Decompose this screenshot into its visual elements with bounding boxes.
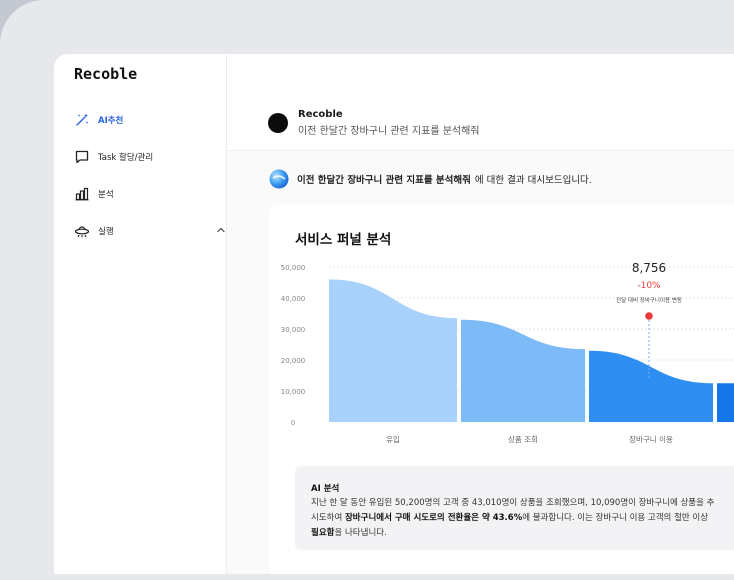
y-tick-label: 10,000 (281, 388, 306, 396)
prompt-text: 이전 한달간 장바구니 관련 지표를 분석해줘 (298, 126, 480, 137)
annotation-value: 8,756 (632, 261, 666, 275)
y-tick-label: 20,000 (281, 357, 306, 365)
funnel-stage (717, 383, 734, 422)
funnel-stage (589, 350, 713, 422)
result-intro: 이전 한달간 장바구니 관련 지표를 분석해줘 에 대한 결과 대시보드입니다. (269, 169, 592, 189)
ai-line-2-bold: 장바구니에서 구매 시도로의 전환율은 약 43.6% (344, 513, 523, 523)
app-window: Recoble AI추천 Task 할당/관리 분석 실행 Recoble 이전… (54, 54, 734, 574)
funnel-chart: 50,000 40,000 30,000 20,000 10,000 0 유입 상품 조회 장바… (281, 261, 734, 444)
ai-analysis-title: AI 분석 (311, 484, 340, 494)
x-category-label: 상품 조회 (508, 434, 538, 444)
funnel-stage (329, 279, 457, 422)
bar-chart-icon (74, 186, 90, 202)
ai-line-3-bold: 필요함 (311, 528, 335, 538)
y-tick-label: 0 (291, 419, 295, 427)
sidebar: AI추천 Task 할당/관리 분석 실행 (54, 94, 227, 574)
chevron-up-icon[interactable] (216, 225, 226, 238)
result-suffix: 에 대한 결과 대시보드입니다. (474, 175, 592, 186)
ai-analysis-text: 지난 한 달 동안 유입된 50,200명의 고객 중 43,010명이 상품을… (311, 496, 734, 541)
magic-wand-icon (74, 112, 90, 128)
prompt-sender: Recoble (298, 109, 343, 120)
y-tick-label: 40,000 (281, 295, 306, 303)
sidebar-item-label: Task 할당/관리 (98, 153, 154, 163)
top-bar: Recoble (54, 54, 734, 95)
chat-bubble-icon (74, 149, 90, 165)
ai-line-2-post: 에 불과합니다. 이는 장바구니 이용 고객의 절반 이상 (522, 513, 709, 523)
x-category-label: 장바구니 이용 (629, 434, 673, 444)
ufo-icon (74, 223, 90, 239)
ai-line-2-pre: 시도하여 (311, 513, 345, 523)
x-category-label: 유입 (386, 435, 400, 444)
ai-analysis-box: AI 분석 지난 한 달 동안 유입된 50,200명의 고객 중 43,010… (295, 466, 734, 550)
app-logo[interactable]: Recoble (74, 65, 137, 83)
annotation-marker (645, 312, 653, 320)
device-frame: Recoble AI추천 Task 할당/관리 분석 실행 Recoble 이전… (0, 0, 734, 580)
sidebar-item-ai-recommend[interactable]: AI추천 (74, 110, 123, 130)
ai-line-3-post: 을 나타냅니다. (334, 528, 387, 538)
main-content: Recoble 이전 한달간 장바구니 관련 지표를 분석해줘 이전 한달간 장… (227, 94, 734, 574)
y-tick-label: 50,000 (281, 264, 306, 272)
result-query: 이전 한달간 장바구니 관련 지표를 분석해줘 (297, 175, 471, 186)
avatar (268, 113, 288, 133)
sidebar-item-task[interactable]: Task 할당/관리 (74, 147, 153, 167)
card-title: 서비스 퍼널 분석 (295, 232, 392, 248)
prompt-header: Recoble 이전 한달간 장바구니 관련 지표를 분석해줘 (227, 94, 734, 151)
ai-line-1: 지난 한 달 동안 유입된 50,200명의 고객 중 43,010명이 상품을… (311, 498, 715, 508)
funnel-stage (461, 319, 585, 422)
sidebar-item-label: 실행 (98, 227, 114, 237)
sidebar-item-execute[interactable]: 실행 (74, 221, 225, 241)
sidebar-item-analysis[interactable]: 분석 (74, 184, 114, 204)
topbar-divider (226, 54, 227, 94)
y-tick-label: 30,000 (281, 326, 306, 334)
annotation-caption: 전달 대비 장바구니이용 변동 (616, 296, 682, 304)
sidebar-item-label: AI추천 (98, 116, 124, 126)
sidebar-item-label: 분석 (98, 190, 114, 200)
funnel-card: 서비스 퍼널 분석 50,000 40,000 30,000 20,000 10,000… (269, 204, 734, 574)
ai-orb-icon (269, 169, 289, 189)
annotation-change: -10% (637, 281, 661, 291)
